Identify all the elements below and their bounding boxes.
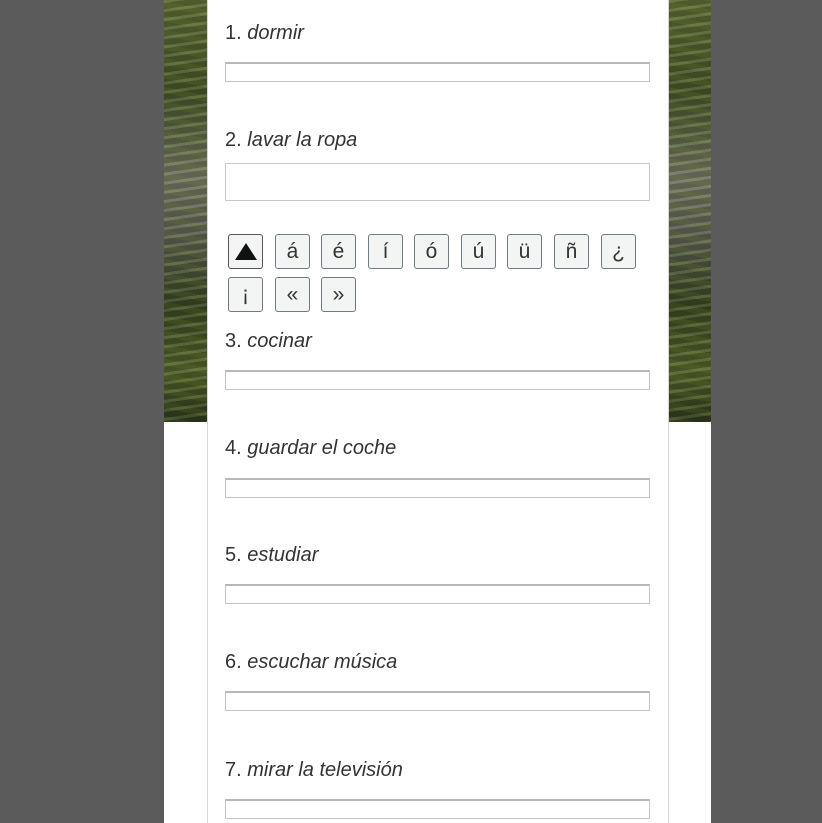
accent-key[interactable]: ú <box>461 234 496 269</box>
triangle-up-icon <box>234 243 257 260</box>
answer-input-7[interactable] <box>225 799 650 819</box>
question-number: 2. <box>225 129 242 151</box>
question-number: 6. <box>225 651 242 673</box>
question-verb: escuchar música <box>247 651 398 673</box>
accent-key[interactable]: « <box>275 277 310 312</box>
accent-key[interactable]: ¿ <box>601 234 636 269</box>
question-number: 5. <box>225 544 242 566</box>
question-label: 2. lavar la ropa <box>225 129 357 152</box>
question-number: 1. <box>225 22 242 44</box>
keyboard-toggle-button[interactable] <box>228 234 263 269</box>
answer-input-3[interactable] <box>225 370 650 390</box>
answer-input-6[interactable] <box>225 691 650 711</box>
question-label: 7. mirar la televisión <box>225 759 403 782</box>
question-label: 4. guardar el coche <box>225 437 396 460</box>
background-photo-left <box>164 0 208 422</box>
question-number: 3. <box>225 330 242 352</box>
question-number: 7. <box>225 759 242 781</box>
question-verb: cocinar <box>247 330 312 352</box>
answer-input-5[interactable] <box>225 584 650 604</box>
answer-input-4[interactable] <box>225 478 650 498</box>
answer-input-2[interactable] <box>225 163 650 201</box>
question-verb: dormir <box>247 22 304 44</box>
accent-key[interactable]: ü <box>507 234 542 269</box>
answer-input-1[interactable] <box>225 62 650 82</box>
accent-key[interactable]: í <box>368 234 403 269</box>
accent-key[interactable]: á <box>275 234 310 269</box>
question-number: 4. <box>225 437 242 459</box>
question-verb: guardar el coche <box>247 437 397 459</box>
accent-key[interactable]: ó <box>414 234 449 269</box>
question-verb: estudiar <box>247 544 319 566</box>
background-photo-right <box>668 0 711 422</box>
question-verb: mirar la televisión <box>247 759 403 781</box>
accent-key[interactable]: é <box>321 234 356 269</box>
accent-key[interactable]: ¡ <box>228 277 263 312</box>
accent-key[interactable]: » <box>321 277 356 312</box>
question-label: 1. dormir <box>225 22 304 45</box>
accent-key[interactable]: ñ <box>554 234 589 269</box>
question-label: 5. estudiar <box>225 544 318 567</box>
question-label: 3. cocinar <box>225 330 312 353</box>
question-label: 6. escuchar música <box>225 651 397 674</box>
question-verb: lavar la ropa <box>247 129 358 151</box>
